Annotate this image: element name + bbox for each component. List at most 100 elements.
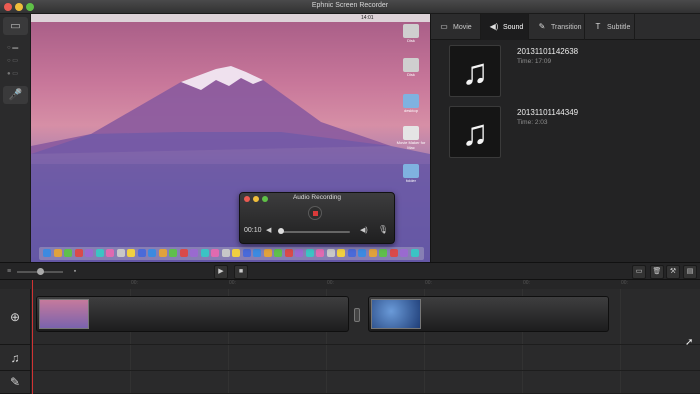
window-title: Ephnic Screen Recorder [311, 2, 389, 9]
transition-marker[interactable] [354, 308, 360, 322]
subtitle-track[interactable] [32, 371, 700, 394]
dock-app-icon[interactable] [400, 249, 408, 257]
audio-track-header[interactable]: ♫ [0, 345, 31, 371]
play-button[interactable]: ▶ [214, 265, 228, 279]
window-option[interactable]: ● ▭ [7, 70, 25, 78]
stop-button[interactable]: ■ [234, 265, 248, 279]
dock-app-icon[interactable] [127, 249, 135, 257]
tab-sound[interactable]: ◀) Sound [481, 14, 529, 40]
time-ruler: 00: 00: 00: 00: 00: 00: [131, 280, 628, 286]
media-panel: ▭ Movie ◀) Sound ✎ Transition T Subtitle ♫ 2… [430, 14, 700, 262]
text-t-icon: T [595, 22, 601, 31]
dock-app-icon[interactable] [85, 249, 93, 257]
desktop-icon-movie-maker[interactable]: Movie Maker for Mac [396, 126, 426, 150]
dock-app-icon[interactable] [74, 249, 83, 257]
layout-icon: ▤ [686, 268, 694, 275]
dock-app-icon[interactable] [64, 249, 72, 257]
dock-app-icon[interactable] [211, 249, 219, 257]
trash-icon: 🗑 [652, 268, 662, 275]
microphone-icon[interactable]: 🎙 [378, 225, 388, 234]
export-button[interactable]: ▤ [683, 265, 697, 279]
video-track[interactable] [32, 289, 700, 345]
video-track-header[interactable]: ⊕ [0, 289, 31, 345]
video-clip[interactable] [368, 296, 609, 332]
desktop-icon-disk[interactable]: Disk [396, 24, 426, 43]
audio-record-button[interactable]: 🎤 [3, 86, 28, 104]
clip-thumbnail [39, 299, 89, 329]
dock-app-icon[interactable] [158, 249, 167, 257]
dock-app-icon[interactable] [410, 249, 419, 257]
volume-slider[interactable] [280, 231, 350, 233]
dock-app-icon[interactable] [242, 249, 251, 257]
dock-app-icon[interactable] [305, 249, 314, 257]
dock-app-icon[interactable] [347, 249, 356, 257]
dock-app-icon[interactable] [368, 249, 377, 257]
dock-app-icon[interactable] [326, 249, 335, 257]
video-clip[interactable] [36, 296, 349, 332]
fullscreen-option[interactable]: ○ ▬ [7, 44, 25, 52]
music-note-icon: ♫ [10, 351, 20, 365]
desktop-icon-folder-2[interactable]: folder [396, 164, 426, 183]
subtitle-track-header[interactable]: ✎ [0, 371, 31, 394]
dock-app-icon[interactable] [43, 249, 51, 257]
audio-recording-panel: Audio Recording 00:10 ◀ ◀) 🎙 [239, 192, 395, 244]
dock-app-icon[interactable] [221, 249, 230, 257]
media-duration: Time: 2:03 [517, 119, 548, 126]
playhead[interactable] [32, 280, 33, 394]
media-item[interactable]: ♫ 20131101144349 Time: 2:03 [449, 106, 699, 161]
dock-app-icon[interactable] [337, 249, 345, 257]
clip-thumbnail [371, 299, 421, 329]
dock-app-icon[interactable] [232, 249, 240, 257]
dock-app-icon[interactable] [190, 249, 198, 257]
dock-app-icon[interactable] [95, 249, 104, 257]
dock-app-icon[interactable] [116, 249, 125, 257]
music-note-icon: ♫ [449, 45, 501, 97]
dock-app-icon[interactable] [148, 249, 156, 257]
dock-app-icon[interactable] [169, 249, 177, 257]
dock-app-icon[interactable] [284, 249, 293, 257]
microphone-icon: 🎤 [8, 89, 23, 101]
dock-app-icon[interactable] [137, 249, 146, 257]
timeline-toolbar: ≡ ▪ ▶ ■ ▭ 🗑 ⚒ ▤ [0, 262, 700, 280]
zoom-slider-knob[interactable] [37, 268, 44, 275]
dock-app-icon[interactable] [358, 249, 366, 257]
dock-app-icon[interactable] [389, 249, 398, 257]
screen-record-button[interactable]: ▭ [3, 17, 28, 35]
dock-app-icon[interactable] [379, 249, 387, 257]
tools-button[interactable]: ⚒ [666, 265, 680, 279]
dock-app-icon[interactable] [53, 249, 62, 257]
dock-app-icon[interactable] [295, 249, 303, 257]
dock-app-icon[interactable] [263, 249, 272, 257]
dock-app-icon[interactable] [316, 249, 324, 257]
zoom-out-icon[interactable]: ≡ [4, 267, 14, 277]
menubar-clock: 14:01 [361, 15, 374, 21]
stop-icon: ■ [238, 268, 244, 275]
desktop-icon-disk-2[interactable]: Disk [396, 58, 426, 77]
dock-app-icon[interactable] [200, 249, 209, 257]
stop-record-button[interactable] [308, 206, 322, 220]
elapsed-time: 00:10 [244, 227, 262, 234]
media-item[interactable]: ♫ 20131101142638 Time: 17:09 [449, 45, 699, 100]
media-duration: Time: 17:09 [517, 58, 552, 65]
dock-app-icon[interactable] [253, 249, 261, 257]
media-name: 20131101144349 [517, 108, 579, 117]
left-tool-strip: ▭ ○ ▬ ○ ▭ ● ▭ 🎤 [0, 14, 31, 262]
dock-app-icon[interactable] [106, 249, 114, 257]
media-name: 20131101142638 [517, 47, 579, 56]
tab-transition[interactable]: ✎ Transition [529, 14, 585, 40]
dock-app-icon[interactable] [179, 249, 188, 257]
dock-app-icon[interactable] [274, 249, 282, 257]
tab-subtitle[interactable]: T Subtitle [585, 14, 635, 40]
delete-button[interactable]: 🗑 [650, 265, 664, 279]
region-option[interactable]: ○ ▭ [7, 57, 25, 65]
desktop-icon-folder[interactable]: desktop [396, 94, 426, 113]
tab-movie[interactable]: ▭ Movie [431, 14, 481, 40]
zoom-in-icon[interactable]: ▪ [70, 267, 80, 277]
audio-track[interactable] [32, 345, 700, 371]
volume-slider-knob[interactable] [278, 228, 284, 234]
mac-dock [39, 247, 424, 260]
tools-icon: ⚒ [669, 268, 677, 275]
volume-high-icon: ◀) [360, 227, 368, 234]
mouse-cursor-icon: ➚ [685, 337, 694, 348]
split-button[interactable]: ▭ [632, 265, 646, 279]
